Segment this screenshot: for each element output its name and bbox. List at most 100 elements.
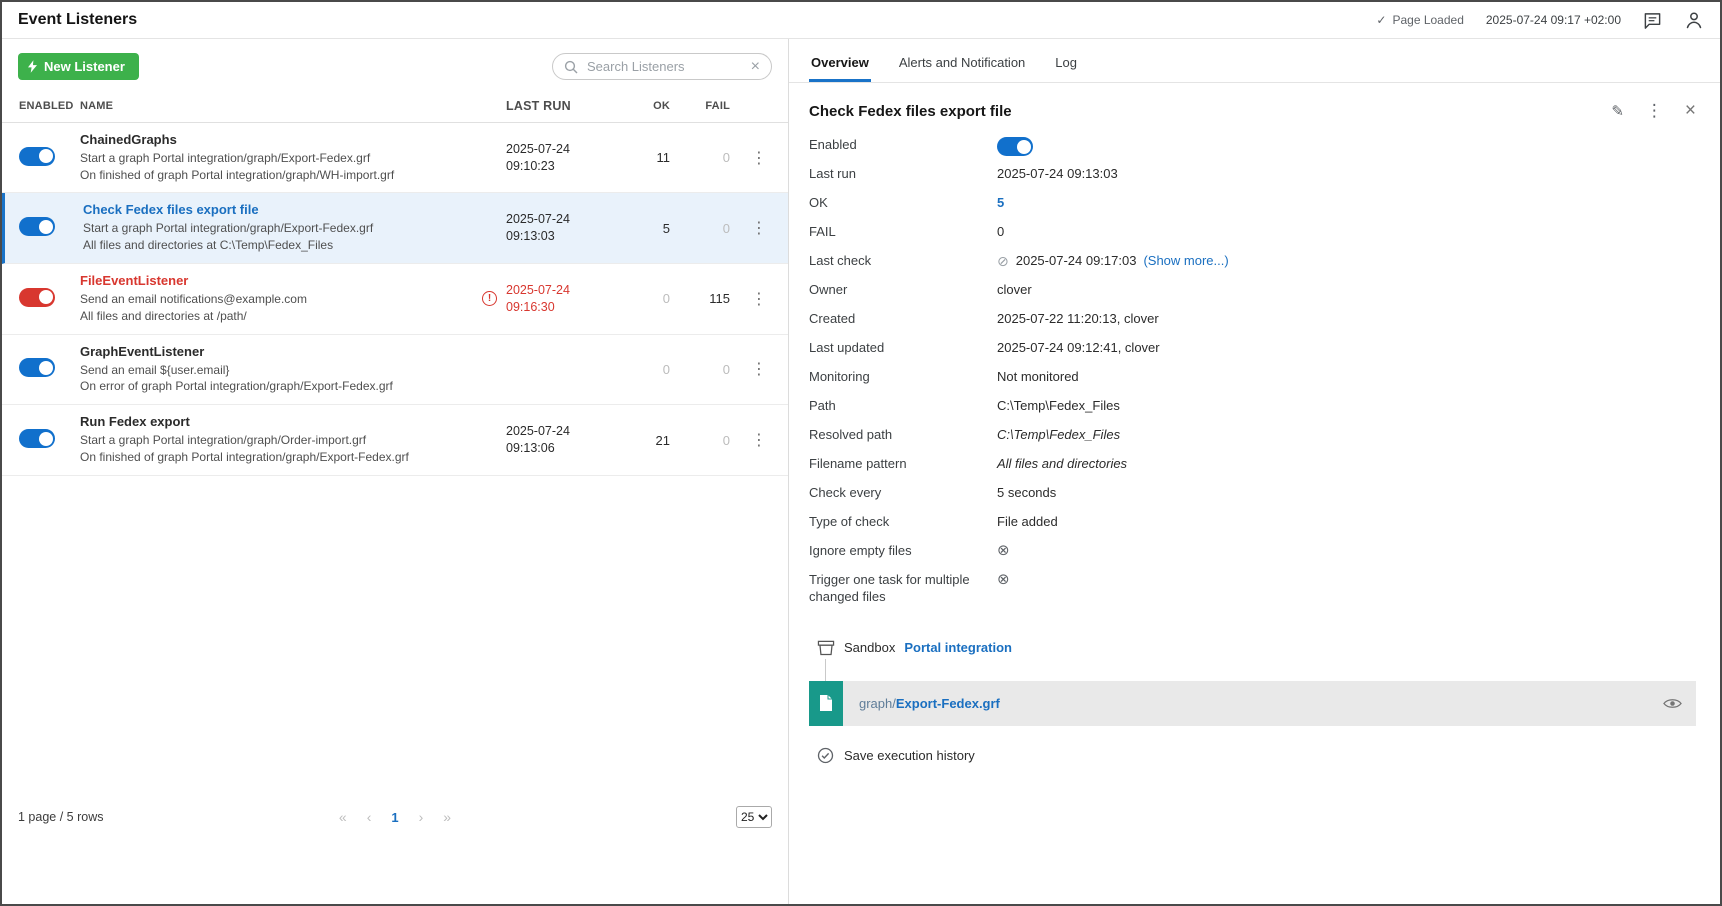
field-row-ignore-empty-files: Ignore empty files ⊗ xyxy=(809,543,1696,572)
search-input[interactable] xyxy=(585,58,744,75)
enabled-toggle[interactable] xyxy=(19,429,55,448)
column-header-name: NAME xyxy=(80,100,506,112)
table-header: ENABLED NAME LAST RUN OK FAIL xyxy=(2,92,788,123)
detail-menu-icon[interactable]: ⋮ xyxy=(1646,101,1663,121)
field-value: 2025-07-24 09:12:41, clover xyxy=(997,340,1160,357)
field-row-resolved-path: Resolved path C:\Temp\Fedex_Files xyxy=(809,427,1696,456)
last-run-time: 09:16:30 xyxy=(506,299,570,316)
field-row-created: Created 2025-07-22 11:20:13, clover xyxy=(809,311,1696,340)
listener-task: Start a graph Portal integration/graph/O… xyxy=(80,432,498,449)
field-label: Type of check xyxy=(809,514,997,531)
list-item-selected[interactable]: Check Fedex files export file Start a gr… xyxy=(2,193,788,264)
field-row-path: Path C:\Temp\Fedex_Files xyxy=(809,398,1696,427)
field-label: Enabled xyxy=(809,137,997,154)
prev-page-icon[interactable]: ‹ xyxy=(367,809,372,825)
field-row-check-every: Check every 5 seconds xyxy=(809,485,1696,514)
listener-name: Run Fedex export xyxy=(80,414,498,429)
tab-alerts-and-notification[interactable]: Alerts and Notification xyxy=(897,45,1027,82)
last-run-time: 09:13:03 xyxy=(506,228,570,245)
list-item[interactable]: GraphEventListener Send an email ${user.… xyxy=(2,335,788,406)
listener-trigger: All files and directories at /path/ xyxy=(80,308,498,325)
user-icon[interactable] xyxy=(1684,10,1704,30)
detail-tabs: Overview Alerts and Notification Log xyxy=(789,39,1720,83)
field-value: clover xyxy=(997,282,1032,299)
graph-file-icon xyxy=(809,681,843,726)
last-run-date: 2025-07-24 xyxy=(506,282,570,299)
ok-count: 5 xyxy=(624,221,670,236)
listener-trigger: On error of graph Portal integration/gra… xyxy=(80,378,498,395)
sandbox-label: Sandbox xyxy=(844,640,895,655)
field-row-enabled: Enabled xyxy=(809,137,1696,166)
field-row-trigger-one-task: Trigger one task for multiple changed fi… xyxy=(809,572,1696,606)
list-item[interactable]: Run Fedex export Start a graph Portal in… xyxy=(2,405,788,476)
first-page-icon[interactable]: « xyxy=(339,809,347,825)
listener-task: Start a graph Portal integration/graph/E… xyxy=(83,220,498,237)
row-menu-icon[interactable]: ⋮ xyxy=(751,150,767,167)
listener-task: Send an email notifications@example.com xyxy=(80,291,498,308)
feedback-icon[interactable] xyxy=(1643,11,1662,30)
list-item-error[interactable]: FileEventListener Send an email notifica… xyxy=(2,264,788,335)
row-menu-icon[interactable]: ⋮ xyxy=(751,291,767,308)
check-icon: ✓ xyxy=(1376,13,1386,27)
next-page-icon[interactable]: › xyxy=(419,809,424,825)
ok-count-link[interactable]: 5 xyxy=(997,195,1004,212)
row-menu-icon[interactable]: ⋮ xyxy=(751,220,767,237)
listener-trigger: On finished of graph Portal integration/… xyxy=(80,167,498,184)
ok-count: 0 xyxy=(624,291,670,306)
edit-icon[interactable]: ✎ xyxy=(1611,102,1624,120)
list-toolbar: New Listener × xyxy=(2,39,788,92)
page-status-label: Page Loaded xyxy=(1392,13,1463,27)
listener-name: GraphEventListener xyxy=(80,344,498,359)
close-icon[interactable]: × xyxy=(1685,100,1696,122)
enabled-toggle[interactable] xyxy=(19,147,55,166)
clear-search-icon[interactable]: × xyxy=(751,59,760,75)
search-icon xyxy=(564,60,578,74)
detail-enabled-toggle[interactable] xyxy=(997,137,1033,156)
page-size-select[interactable]: 25 xyxy=(736,806,772,828)
field-value: File added xyxy=(997,514,1058,531)
eye-icon[interactable] xyxy=(1663,697,1682,710)
column-header-fail: FAIL xyxy=(670,100,730,112)
listener-task: Start a graph Portal integration/graph/E… xyxy=(80,150,498,167)
row-menu-icon[interactable]: ⋮ xyxy=(751,432,767,449)
sandbox-link[interactable]: Portal integration xyxy=(904,640,1012,655)
rows-summary: 1 page / 5 rows xyxy=(18,810,103,824)
enabled-toggle[interactable] xyxy=(19,358,55,377)
field-row-type-of-check: Type of check File added xyxy=(809,514,1696,543)
field-label: Trigger one task for multiple changed fi… xyxy=(809,572,997,606)
last-check-value: 2025-07-24 09:17:03 xyxy=(1016,253,1137,270)
disabled-circle-icon: ⊗ xyxy=(997,543,1010,558)
tab-overview[interactable]: Overview xyxy=(809,45,871,82)
enabled-toggle[interactable] xyxy=(19,288,55,307)
field-value: Not monitored xyxy=(997,369,1079,386)
field-label: Last updated xyxy=(809,340,997,357)
enabled-toggle[interactable] xyxy=(19,217,55,236)
listener-bolt-icon xyxy=(28,60,37,73)
field-row-fail: FAIL 0 xyxy=(809,224,1696,253)
field-row-last-run: Last run 2025-07-24 09:13:03 xyxy=(809,166,1696,195)
ok-count: 0 xyxy=(624,362,670,377)
fail-count: 115 xyxy=(670,291,730,306)
field-row-owner: Owner clover xyxy=(809,282,1696,311)
sandbox-icon xyxy=(817,640,835,656)
new-listener-label: New Listener xyxy=(44,59,125,74)
row-menu-icon[interactable]: ⋮ xyxy=(751,361,767,378)
detail-actions: ✎ ⋮ × xyxy=(1611,100,1696,122)
field-value: 2025-07-22 11:20:13, clover xyxy=(997,311,1159,328)
list-item[interactable]: ChainedGraphs Start a graph Portal integ… xyxy=(2,123,788,194)
new-listener-button[interactable]: New Listener xyxy=(18,53,139,80)
tab-log[interactable]: Log xyxy=(1053,45,1079,82)
current-page[interactable]: 1 xyxy=(391,810,398,825)
graph-file-card[interactable]: graph/Export-Fedex.grf xyxy=(809,681,1696,726)
save-history-row: Save execution history xyxy=(817,747,1696,764)
last-page-icon[interactable]: » xyxy=(443,809,451,825)
last-run-date: 2025-07-24 xyxy=(506,211,570,228)
detail-header: Check Fedex files export file ✎ ⋮ × xyxy=(809,100,1696,122)
graph-file-link[interactable]: Export-Fedex.grf xyxy=(896,696,1000,711)
page-status: ✓ Page Loaded xyxy=(1376,13,1463,27)
listener-detail-panel: Overview Alerts and Notification Log Che… xyxy=(789,39,1720,904)
fail-count: 0 xyxy=(670,221,730,236)
column-header-last-run: LAST RUN xyxy=(506,98,624,115)
show-more-link[interactable]: (Show more...) xyxy=(1143,253,1228,270)
field-value: 2025-07-24 09:13:03 xyxy=(997,166,1118,183)
